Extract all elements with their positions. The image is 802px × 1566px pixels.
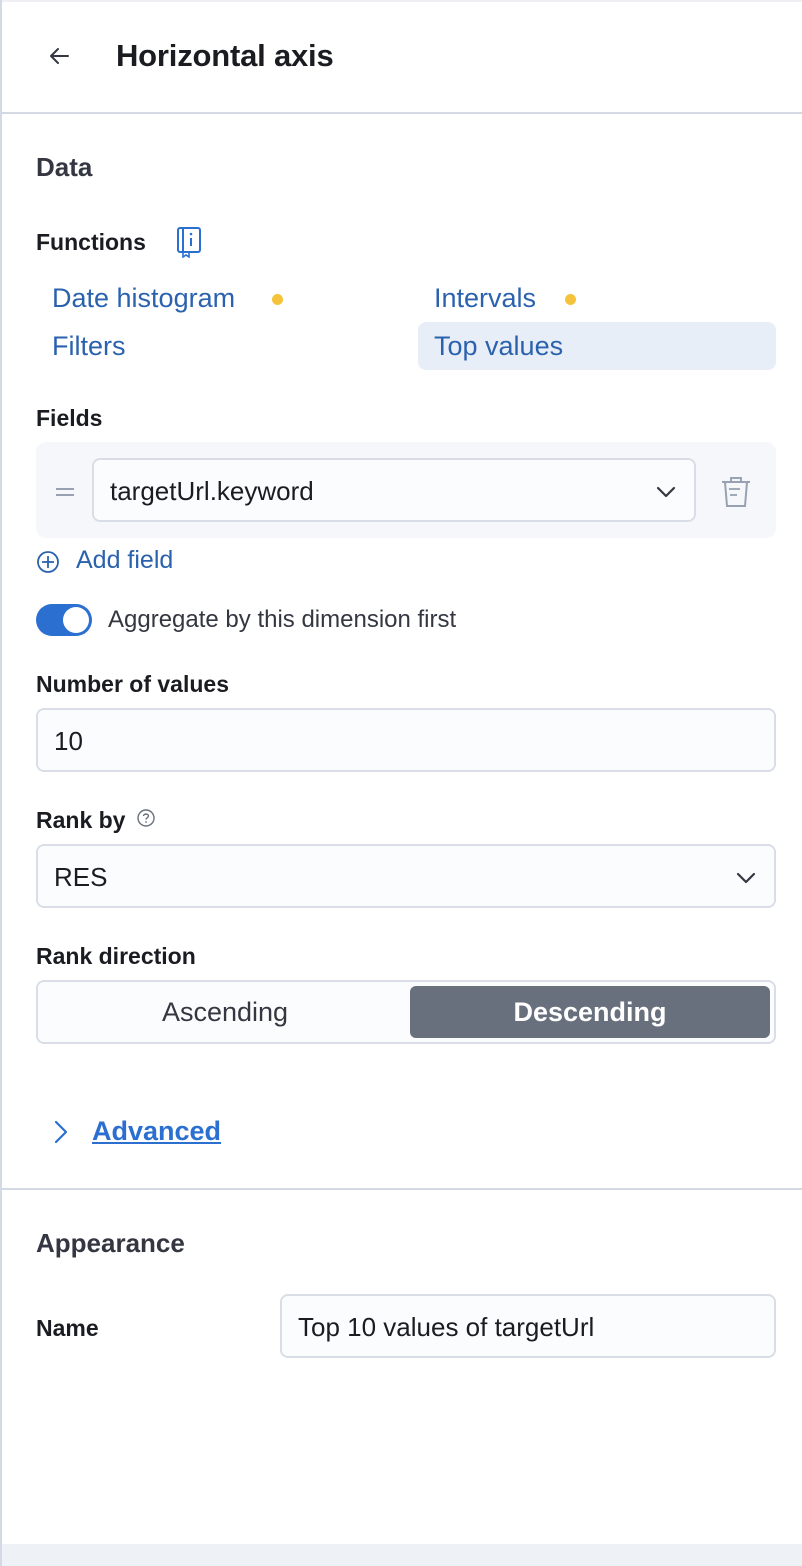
rank-by-value: RES [54,862,108,892]
drag-handle-icon[interactable] [54,482,76,502]
chevron-right-icon[interactable] [48,1118,74,1146]
documentation-book-icon[interactable] [175,226,203,258]
warning-dot-icon [272,294,283,305]
chevron-down-icon [736,872,756,884]
name-label: Name [36,1315,99,1341]
functions-label: Functions [36,229,146,255]
function-intervals[interactable]: Intervals [434,283,536,314]
rank-direction-label: Rank direction [36,943,196,969]
chevron-down-icon [656,486,676,498]
rank-direction-ascending[interactable]: Ascending [42,986,408,1038]
rank-direction-group: Ascending Descending [36,980,776,1044]
rank-direction-descending[interactable]: Descending [410,986,770,1038]
advanced-toggle-link[interactable]: Advanced [92,1116,221,1147]
trash-icon[interactable] [716,472,756,512]
arrow-left-icon [50,48,69,64]
aggregate-toggle-label: Aggregate by this dimension first [108,606,457,633]
number-of-values-value: 10 [54,726,83,756]
page-title: Horizontal axis [116,38,334,73]
add-field-button[interactable]: Add field [76,546,173,575]
plus-circle-icon[interactable] [36,550,60,574]
panel-footer [2,1544,802,1566]
name-input-value: Top 10 values of targetUrl [298,1312,595,1342]
back-button[interactable] [40,36,80,76]
dimension-editor-panel: Horizontal axis Data Functions Date hist… [0,0,802,1566]
function-date-histogram[interactable]: Date histogram [52,283,235,314]
question-circle-icon[interactable] [136,808,156,828]
name-input[interactable]: Top 10 values of targetUrl [280,1294,776,1358]
panel-header: Horizontal axis [2,0,802,114]
number-of-values-label: Number of values [36,671,229,697]
warning-dot-icon [565,294,576,305]
aggregate-toggle[interactable] [36,604,92,636]
number-of-values-input[interactable]: 10 [36,708,776,772]
section-divider [2,1188,802,1190]
data-section-title: Data [36,152,93,182]
toggle-knob [63,607,89,633]
field-select-value: targetUrl.keyword [110,476,314,506]
rank-by-label: Rank by [36,807,126,833]
appearance-section-title: Appearance [36,1228,185,1258]
rank-by-select[interactable]: RES [36,844,776,908]
field-select[interactable]: targetUrl.keyword [92,458,696,522]
function-filters[interactable]: Filters [52,331,126,362]
function-top-values[interactable]: Top values [434,331,563,362]
fields-label: Fields [36,405,103,431]
